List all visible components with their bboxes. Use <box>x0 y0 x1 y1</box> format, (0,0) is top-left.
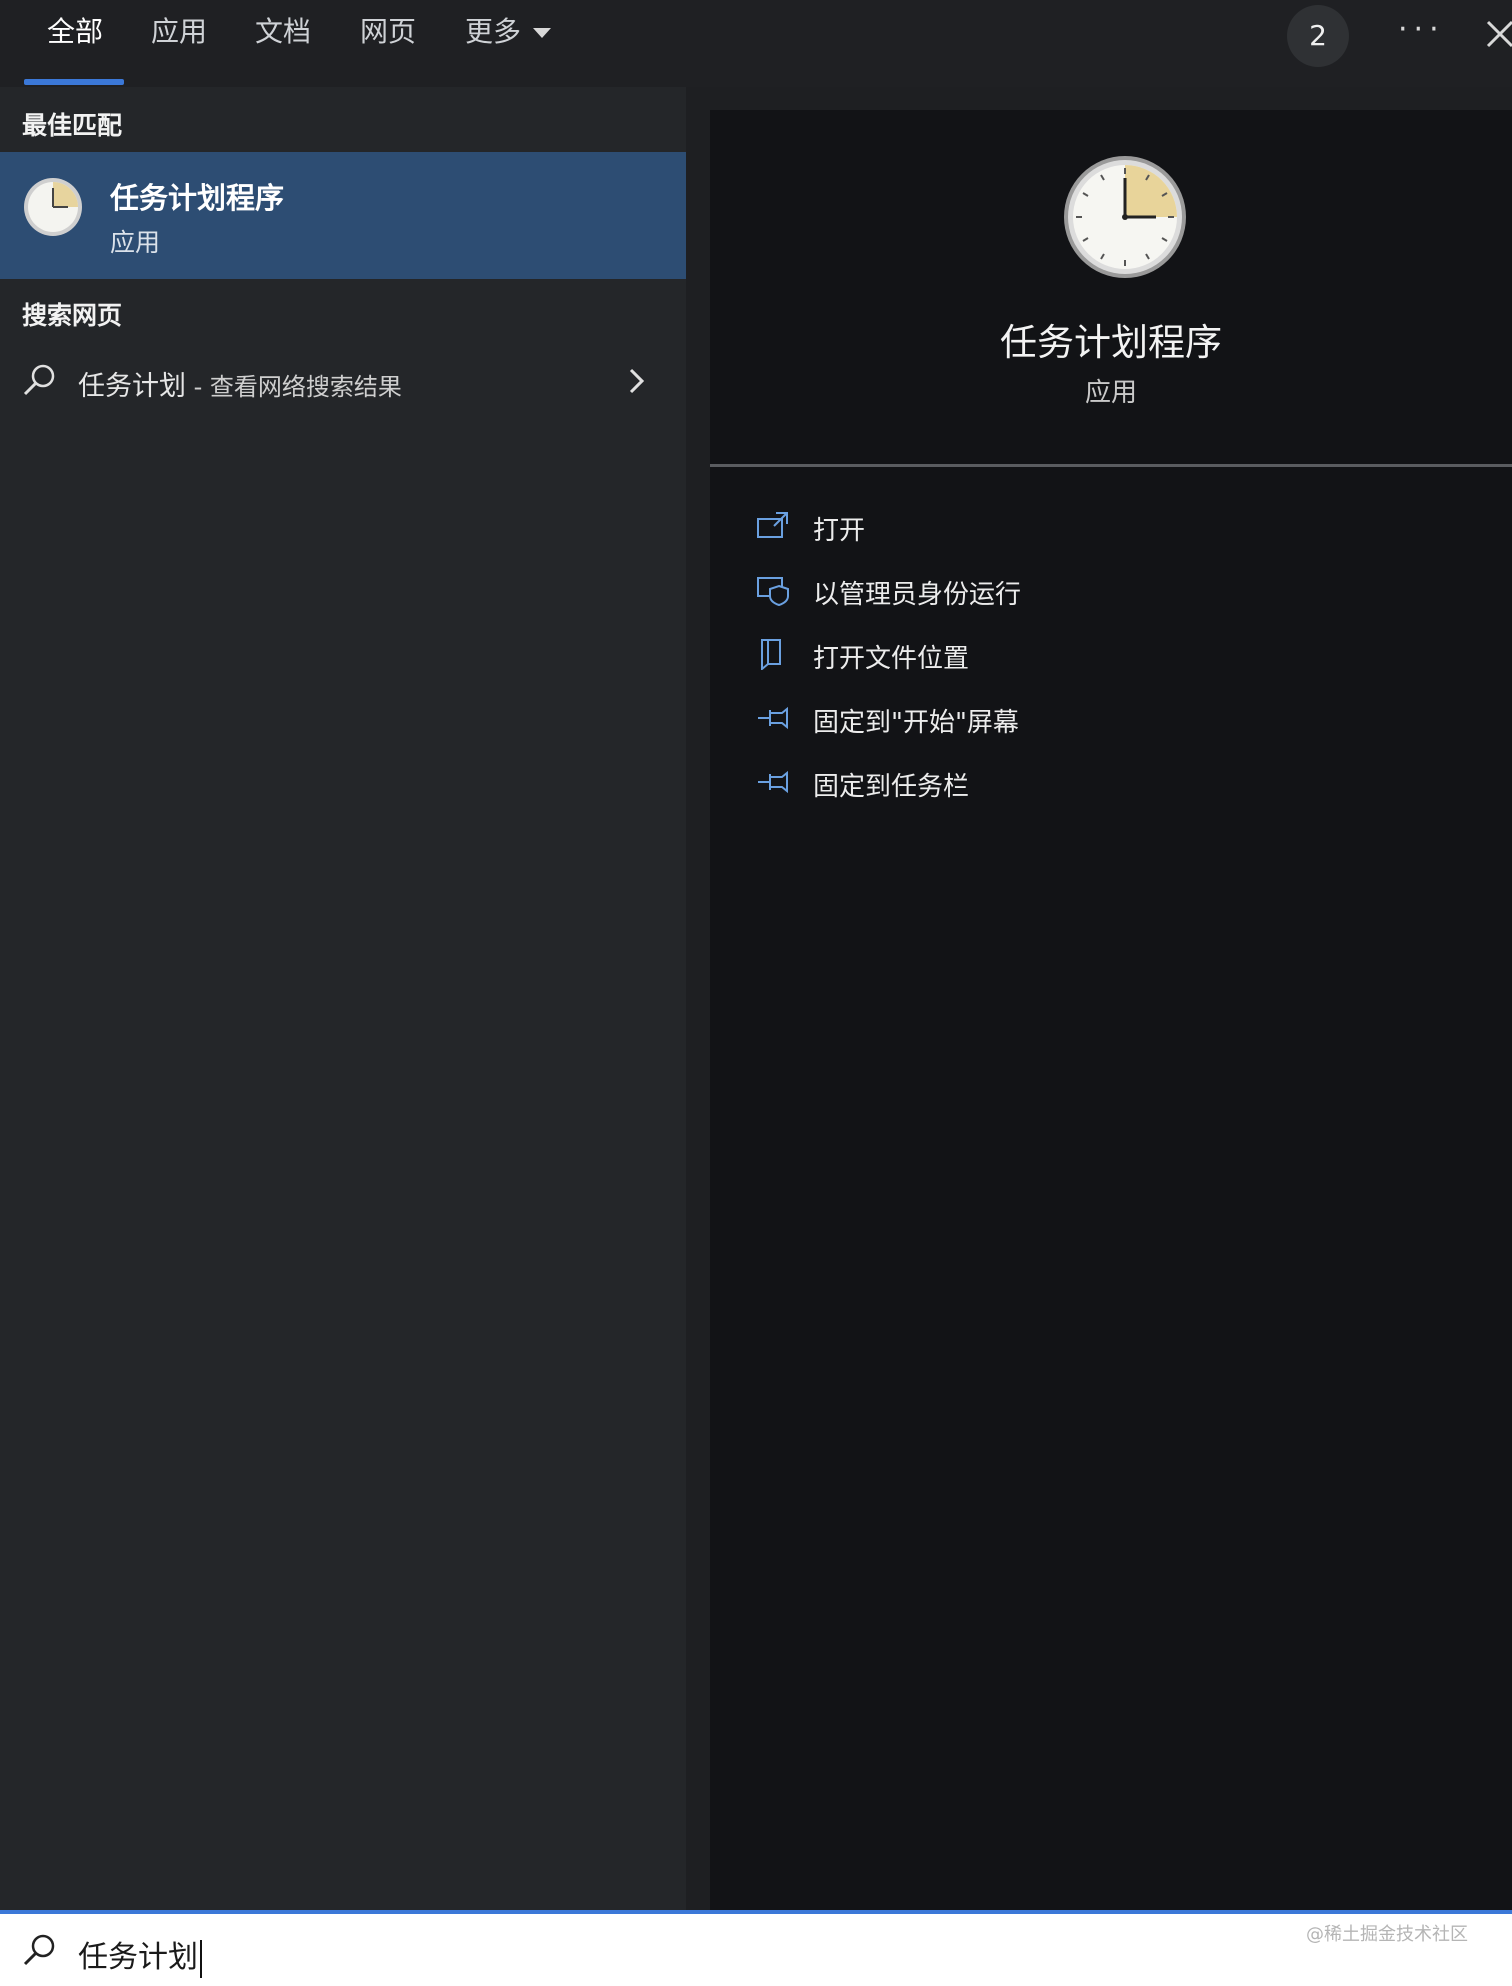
chevron-down-icon <box>533 28 552 38</box>
detail-title: 任务计划程序 <box>1000 321 1222 364</box>
search-bar[interactable] <box>0 1910 1512 1986</box>
web-search-text: 任务计划 - 查看网络搜索结果 <box>78 364 402 403</box>
search-input-value: 任务计划 <box>78 1940 198 1975</box>
web-search-suffix: - 查看网络搜索结果 <box>186 373 402 401</box>
action-pin-to-start-label: 固定到"开始"屏幕 <box>813 708 1019 738</box>
search-icon <box>23 364 55 396</box>
best-match-heading: 最佳匹配 <box>22 111 123 140</box>
best-match-subtitle: 应用 <box>110 228 161 257</box>
tab-all[interactable]: 全部 <box>47 14 103 50</box>
web-search-query: 任务计划 <box>78 371 186 402</box>
search-input[interactable]: 任务计划 <box>78 1932 202 1978</box>
pin-taskbar-icon <box>758 770 788 794</box>
action-pin-to-taskbar[interactable]: 固定到任务栏 <box>756 758 1456 808</box>
action-open-label: 打开 <box>813 516 866 546</box>
tab-more[interactable]: 更多 <box>465 14 552 50</box>
action-pin-to-taskbar-label: 固定到任务栏 <box>813 772 970 802</box>
best-match-item[interactable] <box>0 152 686 279</box>
tab-apps[interactable]: 应用 <box>151 14 207 50</box>
watermark: @稀土掘金技术社区 <box>1306 1924 1468 1945</box>
tab-more-label: 更多 <box>465 15 522 48</box>
rewards-badge[interactable]: 2 <box>1287 5 1349 67</box>
more-options-button[interactable]: ··· <box>1398 12 1445 47</box>
top-bar: 全部 应用 文档 网页 更多 2 ··· <box>0 0 1512 87</box>
task-scheduler-large-icon <box>1064 156 1186 278</box>
file-location-icon <box>761 639 781 670</box>
detail-subtitle: 应用 <box>1084 378 1137 408</box>
active-tab-indicator <box>24 79 124 85</box>
tab-web[interactable]: 网页 <box>360 14 416 50</box>
run-as-admin-icon <box>757 577 789 606</box>
search-icon <box>23 1934 55 1966</box>
tab-documents[interactable]: 文档 <box>255 14 311 50</box>
action-pin-to-start[interactable]: 固定到"开始"屏幕 <box>756 694 1456 744</box>
task-scheduler-icon <box>24 178 82 236</box>
best-match-title: 任务计划程序 <box>110 181 285 215</box>
detail-divider <box>710 464 1512 467</box>
action-open-file-location[interactable]: 打开文件位置 <box>756 630 1456 680</box>
action-open-file-location-label: 打开文件位置 <box>813 644 970 674</box>
web-search-heading: 搜索网页 <box>22 301 123 330</box>
action-open[interactable]: 打开 <box>756 502 1456 552</box>
pin-start-icon <box>758 706 788 730</box>
chevron-right-icon[interactable] <box>626 366 648 396</box>
action-run-as-admin[interactable]: 以管理员身份运行 <box>756 566 1456 616</box>
open-icon <box>757 512 788 538</box>
action-run-as-admin-label: 以管理员身份运行 <box>813 580 1022 610</box>
close-icon[interactable] <box>1480 14 1512 54</box>
text-cursor <box>200 1939 202 1978</box>
